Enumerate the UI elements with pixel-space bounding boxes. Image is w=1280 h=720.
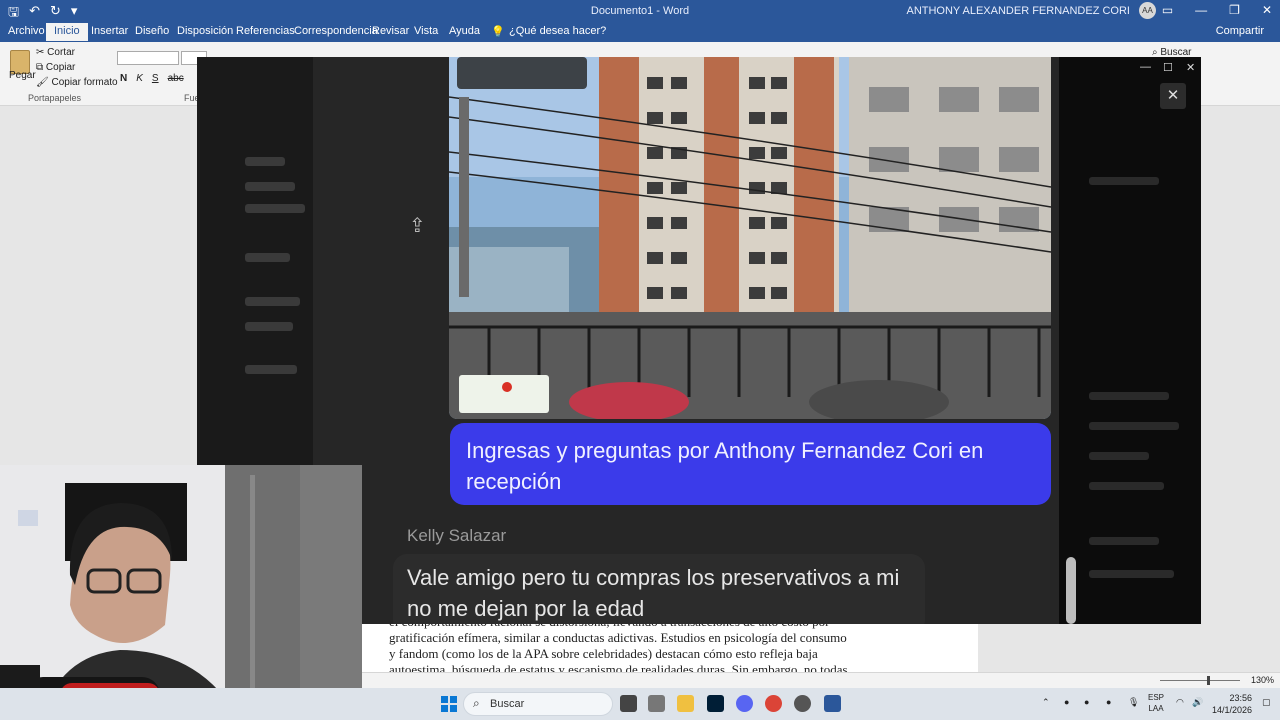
webcam-illustration — [0, 465, 362, 720]
cut-button[interactable]: ✂ Cortar — [36, 47, 75, 58]
tell-me-search[interactable]: ¿Qué desea hacer? — [509, 25, 606, 37]
message-bubble-incoming: Vale amigo pero tu compras los preservat… — [393, 554, 925, 624]
viewer-right-panel — [1059, 57, 1201, 624]
dim-row — [1089, 570, 1174, 578]
dim-row — [245, 365, 297, 374]
dim-row — [245, 322, 293, 331]
tray-icon[interactable]: ● — [1084, 697, 1089, 707]
window-controls: ▭ — ❐ ✕ — [1162, 3, 1272, 17]
zoom-slider[interactable] — [1160, 680, 1240, 681]
taskbar: ⌕ Buscar ⌃ ● ● ● 🎙 ESP LAA ◠ 🔊 23:56 14/… — [0, 688, 1280, 720]
notification-icon[interactable]: ▢ — [1262, 697, 1271, 708]
restore-icon[interactable]: ❐ — [1229, 3, 1240, 17]
chrome-icon[interactable] — [765, 695, 782, 712]
webcam-overlay — [0, 465, 362, 720]
format-painter-label: Copiar formato — [51, 77, 118, 88]
zoom-level[interactable]: 130% — [1251, 675, 1274, 685]
dim-row — [1089, 537, 1159, 545]
street-view-photo[interactable] — [449, 57, 1051, 419]
discord-icon[interactable] — [736, 695, 753, 712]
italic-button[interactable]: K — [136, 73, 143, 84]
dim-row — [1089, 177, 1159, 185]
document-line: y fandom (como los de la APA sobre celeb… — [389, 646, 818, 661]
share-button[interactable]: Compartir — [1216, 25, 1264, 37]
tab-inicio[interactable]: Inicio — [46, 23, 88, 41]
dim-row — [1089, 452, 1149, 460]
photoshop-icon[interactable] — [707, 695, 724, 712]
word-title-bar: 🖫 ↶ ↻ ▾ Documento1 - Word ANTHONY ALEXAN… — [0, 0, 1280, 22]
windows-start-icon[interactable] — [441, 696, 457, 712]
clock-date: 14/1/2026 — [1212, 705, 1253, 715]
copy-label: Copiar — [45, 62, 76, 73]
user-name: ANTHONY ALEXANDER FERNANDEZ CORI — [906, 5, 1130, 17]
share-icon[interactable]: ⇪ — [409, 213, 426, 238]
clock[interactable]: 23:56 14/1/2026 — [1212, 692, 1252, 716]
viewer-maximize-icon[interactable]: ☐ — [1163, 61, 1173, 74]
format-painter-button[interactable]: 🖌 Copiar formato — [36, 77, 118, 88]
volume-icon[interactable]: 🔊 — [1192, 697, 1203, 708]
clock-time: 23:56 — [1229, 693, 1253, 703]
tab-disposicion[interactable]: Disposición — [177, 25, 233, 37]
tab-vista[interactable]: Vista — [414, 25, 438, 37]
dim-row — [245, 157, 285, 166]
lightbulb-icon: 💡 — [491, 26, 505, 38]
tray-icon[interactable]: ● — [1064, 697, 1069, 707]
dim-row — [245, 204, 305, 213]
word-icon[interactable] — [824, 695, 841, 712]
strikethrough-button[interactable]: abc — [168, 73, 184, 84]
lightbox-close-button[interactable]: ✕ — [1160, 83, 1186, 109]
scrollbar-thumb[interactable] — [1066, 557, 1076, 624]
dim-row — [1089, 422, 1179, 430]
dim-row — [1089, 482, 1164, 490]
tab-insertar[interactable]: Insertar — [91, 25, 128, 37]
language-code: ESP — [1148, 693, 1165, 702]
tab-ayuda[interactable]: Ayuda — [449, 25, 480, 37]
ribbon-tabs: Archivo Inicio Insertar Diseño Disposici… — [0, 22, 1280, 42]
document-line: gratificación efímera, similar a conduct… — [389, 630, 847, 645]
avatar[interactable]: AA — [1139, 2, 1156, 19]
app-icon[interactable] — [794, 695, 811, 712]
message-bubble-outgoing: Ingresas y preguntas por Anthony Fernand… — [450, 423, 1051, 505]
dim-row — [245, 182, 295, 191]
dim-row — [245, 297, 300, 306]
zoom-slider-thumb[interactable] — [1207, 676, 1210, 685]
close-icon[interactable]: ✕ — [1262, 3, 1272, 17]
viewer-close-icon[interactable]: ✕ — [1186, 61, 1195, 74]
keyboard-layout: LAA — [1148, 704, 1164, 713]
language-indicator[interactable]: ESP LAA — [1148, 692, 1164, 714]
taskbar-search-label: Buscar — [490, 698, 525, 710]
tab-archivo[interactable]: Archivo — [8, 25, 45, 37]
underline-button[interactable]: S — [152, 73, 159, 84]
copy-button[interactable]: ⧉ Copiar — [36, 62, 75, 73]
paste-button[interactable]: Pegar — [9, 70, 36, 81]
photo-illustration — [449, 57, 1051, 419]
tab-correspondencia[interactable]: Correspondencia — [294, 25, 378, 37]
search-icon: ⌕ — [473, 696, 480, 710]
tray-chevron-icon[interactable]: ⌃ — [1042, 697, 1050, 708]
microphone-icon[interactable]: 🎙 — [1128, 697, 1139, 708]
tab-referencias[interactable]: Referencias — [236, 25, 295, 37]
tab-revisar[interactable]: Revisar — [372, 25, 409, 37]
task-view-icon[interactable] — [620, 695, 637, 712]
tab-diseno[interactable]: Diseño — [135, 25, 169, 37]
viewer-minimize-icon[interactable]: — — [1140, 61, 1151, 73]
dim-row — [1089, 392, 1169, 400]
app-icon[interactable] — [648, 695, 665, 712]
dim-row — [245, 253, 290, 262]
tray-icon[interactable]: ● — [1106, 697, 1111, 707]
format-buttons: N K S abc — [120, 73, 184, 84]
ribbon-display-icon[interactable]: ▭ — [1162, 3, 1173, 17]
wifi-icon[interactable]: ◠ — [1176, 697, 1184, 708]
file-explorer-icon[interactable] — [677, 695, 694, 712]
font-name-input[interactable] — [117, 51, 179, 65]
cut-label: Cortar — [47, 47, 75, 58]
taskbar-search[interactable]: ⌕ Buscar — [463, 692, 613, 716]
bold-button[interactable]: N — [120, 73, 127, 84]
message-sender-name: Kelly Salazar — [407, 526, 507, 545]
clipboard-group-label: Portapapeles — [28, 93, 82, 103]
minimize-icon[interactable]: — — [1195, 3, 1207, 17]
